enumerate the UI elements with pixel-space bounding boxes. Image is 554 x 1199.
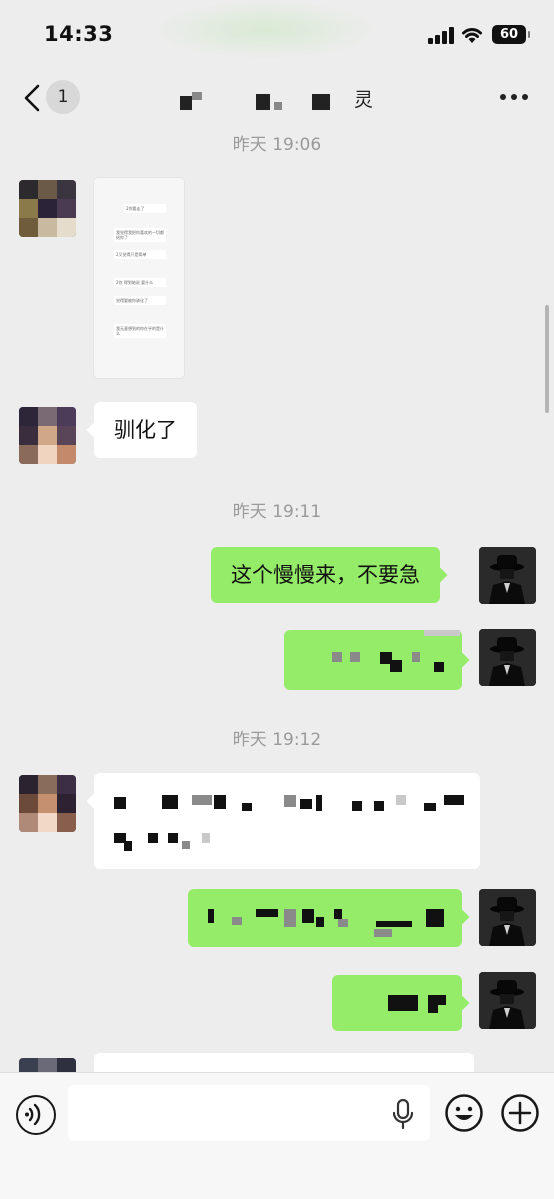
more-dots-icon[interactable] [500,94,530,102]
message-bubble-sent[interactable]: 这个慢慢来，不要急 [211,547,448,603]
status-time: 14:33 [44,22,114,46]
unread-count-badge[interactable]: 1 [46,80,80,114]
avatar-friend[interactable] [19,407,76,464]
avatar-self[interactable] [479,972,536,1029]
avatar-self[interactable] [479,889,536,946]
image-message-line: 我觉得我把你喜欢的一切都给你了 [114,228,166,242]
chat-input-bar [0,1072,554,1199]
message-input[interactable] [68,1085,430,1141]
avatar-self-image [479,972,536,1029]
signal-icon [428,27,454,44]
image-message-line: 我无意想到的你在乎的是什么 [114,324,166,338]
image-message-line: 2你要走了 [124,204,166,213]
avatar-self-image [479,629,536,686]
message-bubble-sent-redacted[interactable] [284,630,470,690]
message-text: 驯化了 [114,418,177,442]
image-message[interactable]: 2你要走了 我觉得我把你喜欢的一切都给你了 2又觉得只是简单 2你 得到她说 要… [94,178,184,378]
wifi-icon [462,28,482,43]
scrollbar[interactable] [545,305,549,413]
avatar-self-image [479,889,536,946]
voice-icon[interactable] [16,1095,56,1135]
avatar-friend[interactable] [19,775,76,832]
avatar-friend[interactable] [19,1058,76,1072]
image-message-line: 觉得要被你驯化了 [114,296,166,305]
message-timestamp: 昨天 19:12 [232,730,322,750]
message-text: 这个慢慢来，不要急 [231,563,420,587]
message-timestamp: 昨天 19:06 [232,135,322,155]
message-timestamp: 昨天 19:11 [232,502,322,522]
chat-title-glyph: 灵 [354,89,374,111]
message-bubble-received[interactable]: 驯化了 [86,402,197,458]
mic-icon[interactable] [392,1099,414,1129]
plus-icon[interactable] [500,1093,540,1133]
chat-header: 1 灵 [0,70,554,128]
avatar-self-image [479,547,536,604]
status-bar: 14:33 60 [0,0,554,70]
message-bubble-received-partial[interactable] [94,1053,474,1072]
message-bubble-sent-redacted[interactable] [332,975,470,1031]
emoji-icon[interactable] [444,1093,484,1133]
message-bubble-sent-redacted[interactable] [188,889,470,947]
avatar-self[interactable] [479,547,536,604]
avatar-self[interactable] [479,629,536,686]
chevron-left-icon[interactable] [18,82,48,114]
image-message-line: 2又觉得只是简单 [114,250,166,259]
message-bubble-received-redacted[interactable] [86,773,480,869]
battery-icon: 60 [492,25,530,44]
image-message-line: 2你 得到她说 要什么 [114,278,166,287]
avatar-friend[interactable] [19,180,76,237]
